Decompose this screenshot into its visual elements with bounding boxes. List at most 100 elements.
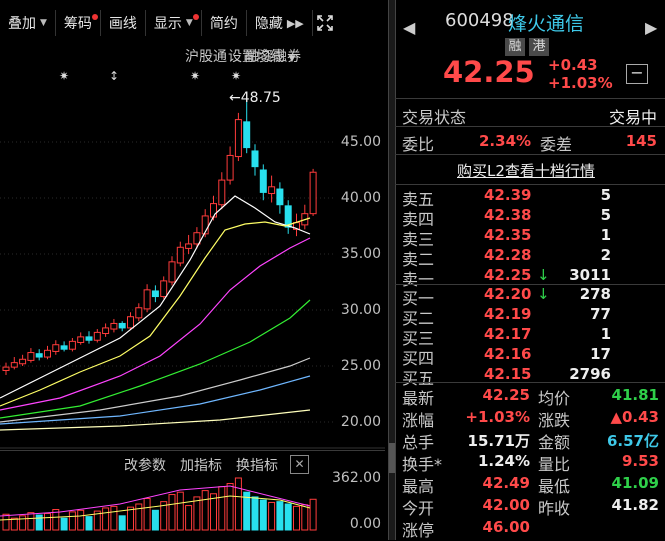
candle-body <box>127 316 134 329</box>
bid-row[interactable]: 买五 42.15 2796 <box>395 365 665 388</box>
ask-row[interactable]: 卖二 42.28 2 <box>395 246 665 269</box>
toolbar-overlay-button[interactable]: 叠加 ▼ <box>0 10 56 36</box>
volume-bar <box>193 496 201 531</box>
notification-dot-icon <box>192 14 199 20</box>
stat-label: 量比 <box>538 455 571 474</box>
bid-volume: 1 <box>600 325 611 343</box>
candle-body <box>309 171 317 215</box>
ask-price: 42.35 <box>484 226 532 244</box>
volume-bar <box>27 512 35 531</box>
bid-price: 42.15 <box>484 365 532 383</box>
hk-connect-badge: 港 <box>529 38 549 56</box>
star-marker-icon: ✷ <box>190 69 200 83</box>
bid-row[interactable]: 买一 42.20 ↓ 278 <box>395 285 665 308</box>
moving-average-line <box>0 357 311 423</box>
volume-bar <box>44 512 51 531</box>
volume-bar <box>143 497 151 531</box>
candle-body <box>35 353 43 358</box>
divider <box>395 382 665 383</box>
toolbar-hide-button[interactable]: 隐藏 ▶▶ <box>247 10 313 36</box>
candle-body <box>268 186 276 195</box>
next-stock-icon[interactable]: ▶ <box>645 18 657 37</box>
bid-price: 42.20 <box>484 285 532 303</box>
candle-body <box>226 154 234 181</box>
close-indicator-icon[interactable]: ✕ <box>290 455 309 474</box>
y-axis-label: 45.00 <box>340 134 381 150</box>
volume-bar <box>309 498 317 531</box>
weibi-value: 2.34% <box>479 132 532 150</box>
toolbar-chips-button[interactable]: 筹码 <box>56 10 101 36</box>
toolbar-draw-button[interactable]: 画线 <box>101 10 146 36</box>
candle-body <box>276 188 284 206</box>
bid-row[interactable]: 买四 42.16 17 <box>395 345 665 368</box>
candle-body <box>176 246 184 264</box>
notification-dot-icon <box>91 14 98 20</box>
volume-bar <box>118 515 126 531</box>
ask-volume: 5 <box>600 206 611 224</box>
candle-body <box>110 322 118 330</box>
bid-row[interactable]: 买二 42.19 77 <box>395 305 665 328</box>
candle-body <box>151 290 159 298</box>
stat-label: 金额 <box>538 433 571 452</box>
candle-body <box>10 362 18 368</box>
volume-bar <box>35 514 43 531</box>
tab-change-params[interactable]: 改参数 <box>124 455 166 475</box>
stock-name[interactable]: 烽火通信 <box>508 9 584 36</box>
clipped-top-strip <box>0 0 390 8</box>
ask-price: 42.28 <box>484 246 532 264</box>
ask-row[interactable]: 卖三 42.35 1 <box>395 226 665 249</box>
bid-volume: 17 <box>590 345 611 363</box>
volume-axis-label: 362.00 <box>332 470 381 486</box>
candle-body <box>27 352 35 361</box>
y-axis-label: 30.00 <box>340 302 381 318</box>
candle-body <box>259 169 267 193</box>
volume-bar <box>60 517 68 531</box>
indicator-tab-bar: 改参数 加指标 换指标 ✕ <box>0 450 385 477</box>
high-price-label: ←48.75 <box>229 90 281 106</box>
candle-body <box>85 336 93 341</box>
ask-row[interactable]: 卖五 42.39 5 <box>395 186 665 209</box>
prev-stock-icon[interactable]: ◀ <box>403 18 415 37</box>
last-price: 42.25 <box>443 55 535 89</box>
moving-average-line <box>0 217 311 407</box>
stock-code: 600498 <box>445 10 514 31</box>
stat-label: 总手 <box>402 433 435 452</box>
down-arrow-icon: ↓ <box>537 266 550 284</box>
stat-label: 均价 <box>538 389 571 408</box>
candle-body <box>60 345 68 350</box>
candle-body <box>251 150 259 168</box>
toolbar-display-button[interactable]: 显示 ▼ <box>146 10 202 36</box>
volume-bar <box>251 496 259 531</box>
collapse-icon[interactable]: − <box>626 64 648 84</box>
volume-bar <box>2 513 10 531</box>
candle-body <box>218 179 226 206</box>
stat-value: 42.25 <box>482 386 530 404</box>
stat-value: 41.09 <box>611 474 659 492</box>
volume-bar <box>284 503 292 531</box>
volume-bar <box>68 511 76 531</box>
volume-bar <box>176 491 184 531</box>
ask-volume: 5 <box>600 186 611 204</box>
caret-down-icon: ▼ <box>40 18 47 28</box>
volume-bar <box>268 501 276 531</box>
volume-bar <box>218 486 226 531</box>
tab-add-indicator[interactable]: 加指标 <box>180 455 222 475</box>
volume-bar <box>151 509 159 531</box>
toolbar-label: 筹码 <box>63 16 92 32</box>
buy-l2-link[interactable]: 购买L2查看十档行情 <box>457 160 595 181</box>
stat-value: 1.24% <box>477 452 530 470</box>
toolbar-simple-button[interactable]: 简约 <box>202 10 247 36</box>
candle-body <box>234 119 242 158</box>
stat-value: 15.71万 <box>467 432 530 450</box>
ask-row[interactable]: 卖四 42.38 5 <box>395 206 665 229</box>
stat-value: 42.49 <box>482 474 530 492</box>
fullscreen-icon[interactable] <box>313 11 337 35</box>
ask-volume: 3011 <box>569 266 611 284</box>
quote-panel: ◀ 600498 烽火通信 ▶ 融 港 42.25 +0.43 +1.03% −… <box>395 0 665 540</box>
trade-status-value: 交易中 <box>608 108 657 127</box>
stat-value: 42.00 <box>482 496 530 514</box>
bid-row[interactable]: 买三 42.17 1 <box>395 325 665 348</box>
tab-switch-indicator[interactable]: 换指标 <box>236 455 278 475</box>
volume-bar <box>185 505 193 531</box>
kline-chart-area[interactable]: 沪股通 融资融券 设置均线 ▼ ✷ ↕ ✷ ✷ ←48.75 45.00 40.00 3… <box>0 38 385 540</box>
